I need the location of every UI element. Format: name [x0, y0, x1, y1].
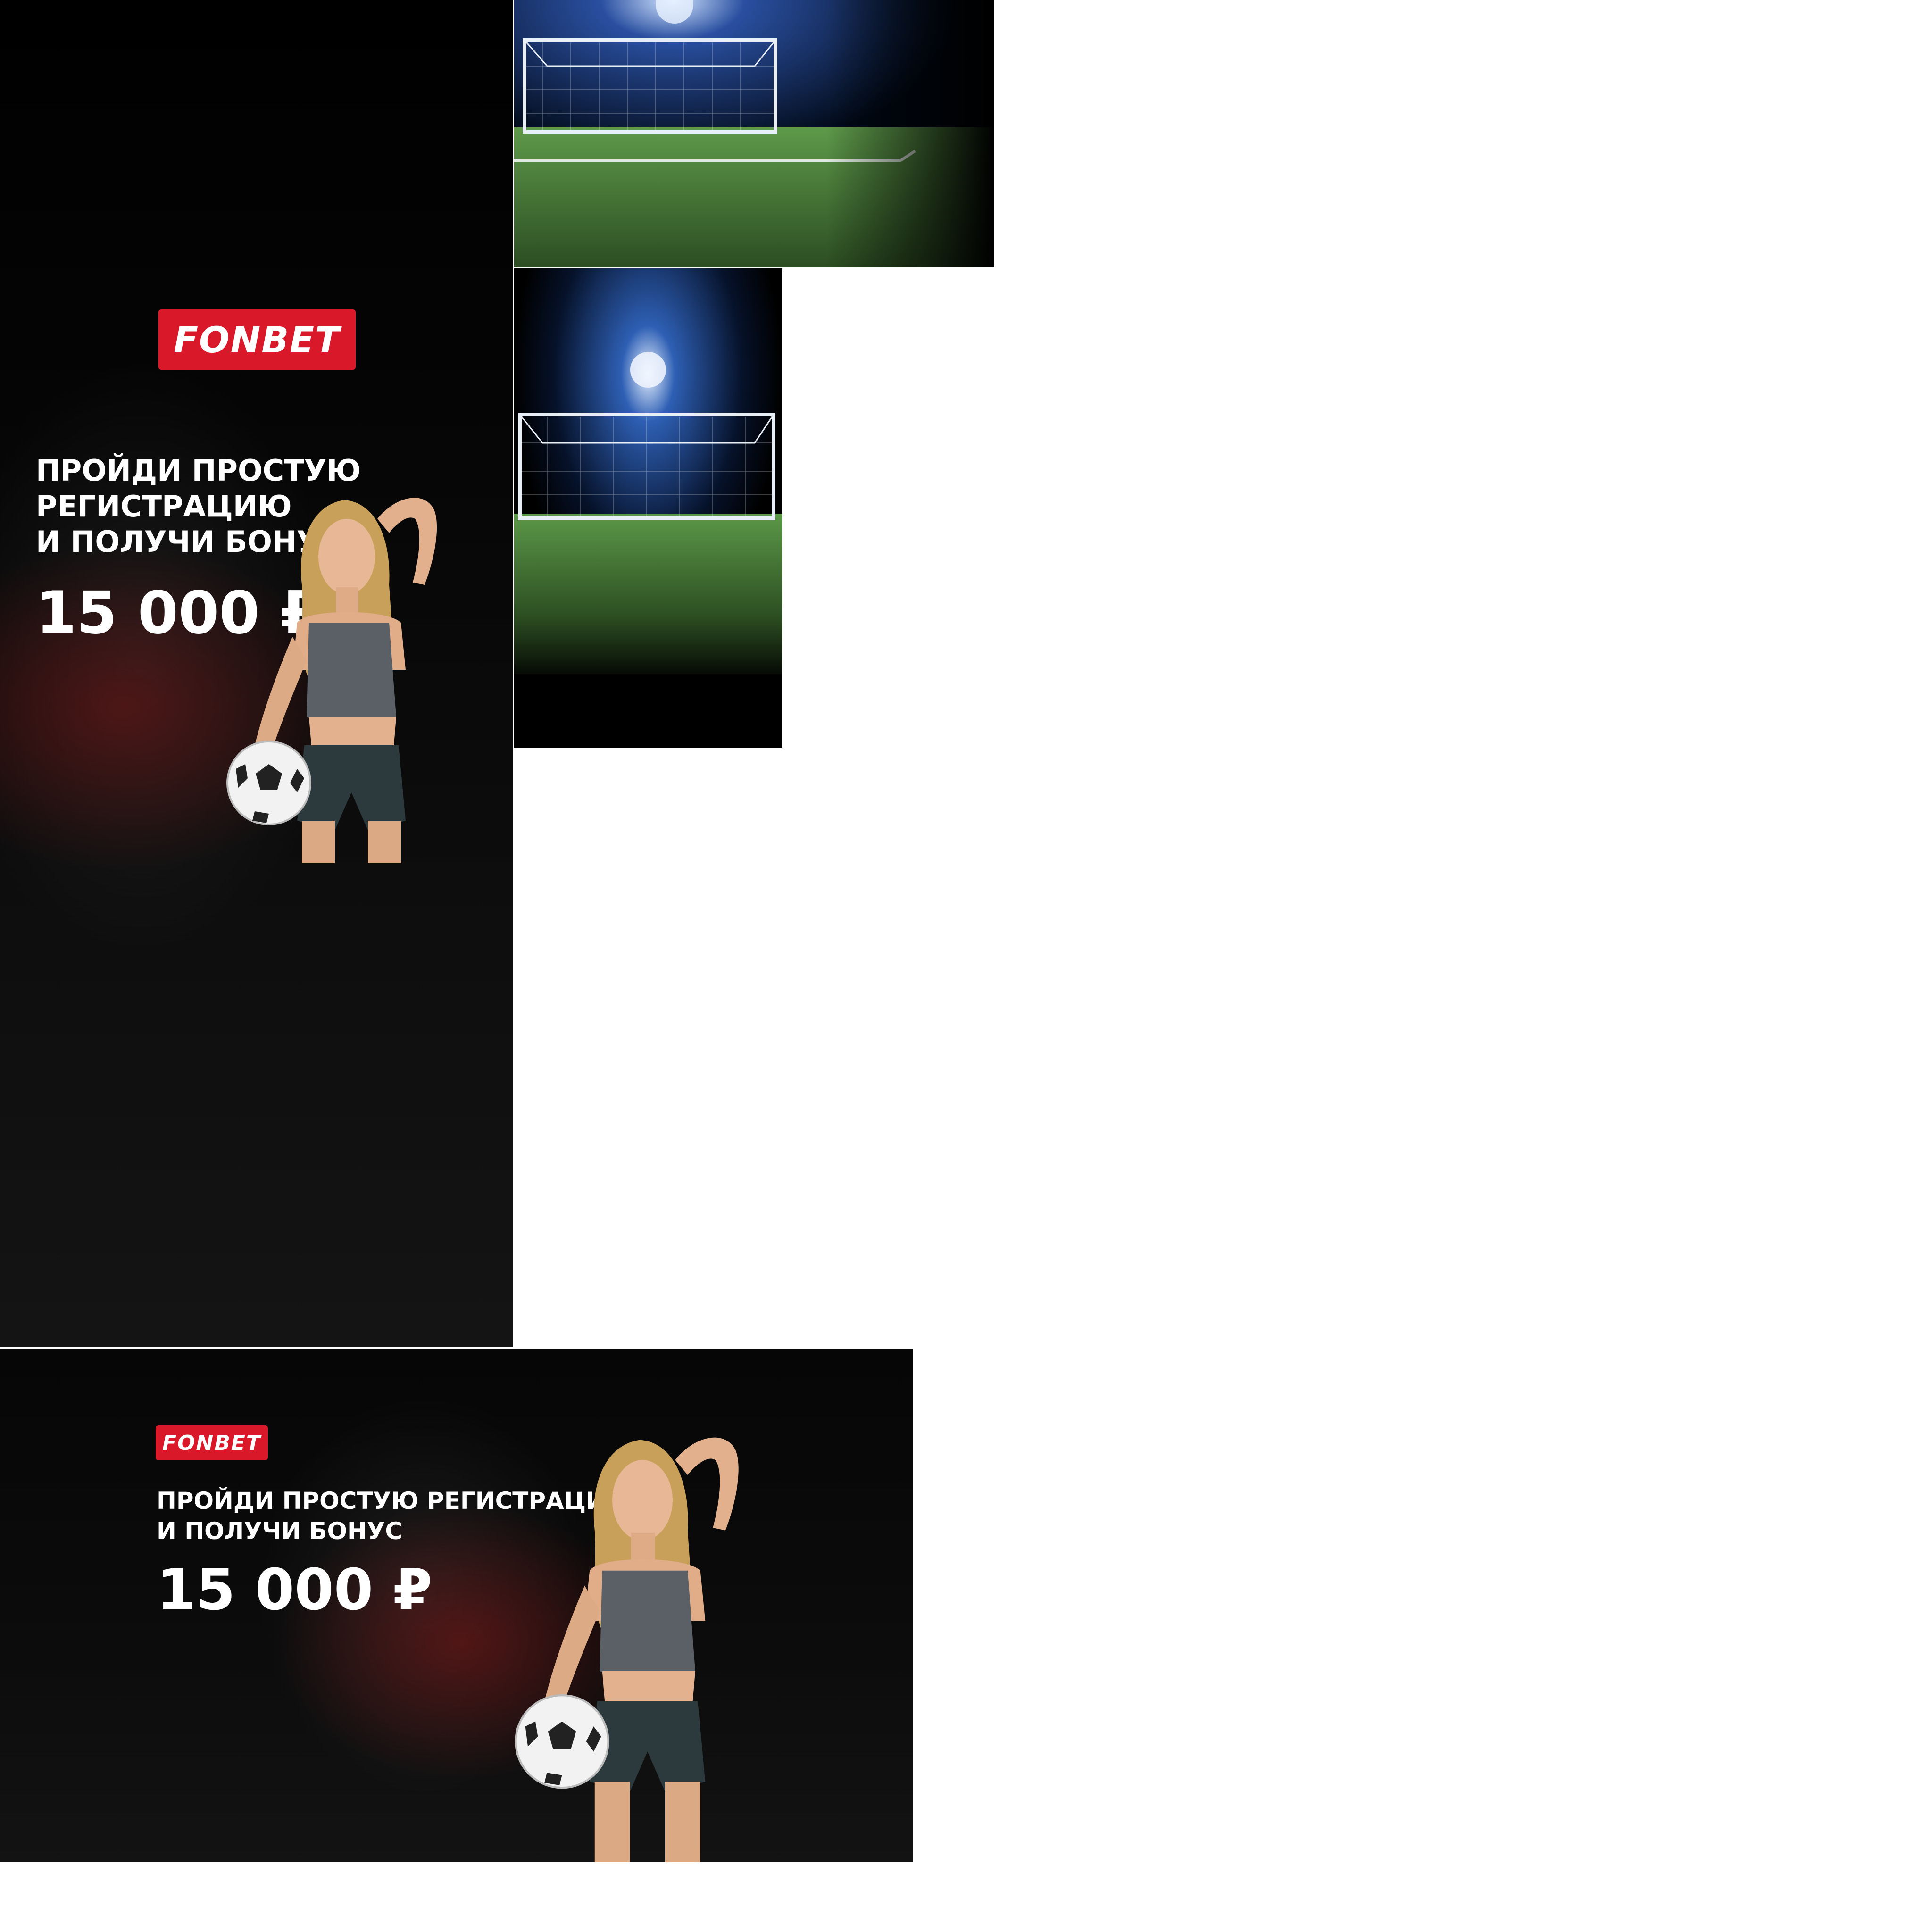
fonbet-logo: FONBET	[158, 309, 356, 370]
soccer-ball-icon	[515, 1694, 609, 1789]
stadium-goal-image-wide	[514, 0, 994, 267]
model-with-ball-image	[226, 498, 437, 863]
bonus-amount: 15 000 ₽	[157, 1557, 433, 1623]
fonbet-logo: FONBET	[156, 1425, 268, 1460]
vertical-promo-banner: FONBET ПРОЙДИ ПРОСТУЮ РЕГИСТРАЦИЮ И ПОЛУ…	[0, 0, 513, 1347]
stadium-floodlight-icon	[630, 352, 666, 388]
soccer-ball-icon	[226, 741, 311, 825]
model-with-ball-image	[515, 1437, 739, 1862]
horizontal-promo-banner: FONBET ПРОЙДИ ПРОСТУЮ РЕГИСТРАЦИЮ И ПОЛУ…	[0, 1349, 913, 1862]
stadium-goal-image-tall	[514, 268, 782, 748]
fonbet-logo-text: FONBET	[174, 318, 341, 361]
fonbet-logo-text: FONBET	[162, 1431, 261, 1455]
